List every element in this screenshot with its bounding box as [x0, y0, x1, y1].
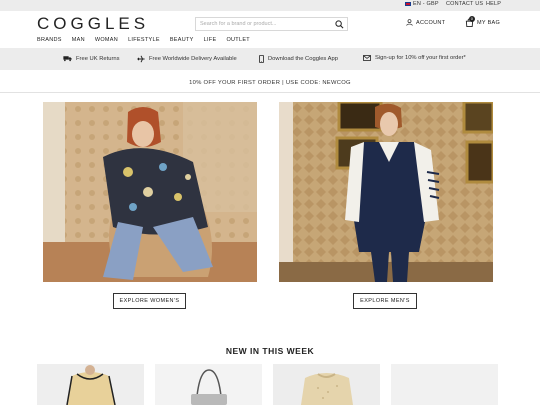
user-icon	[406, 19, 413, 26]
section-title-new-in: NEW IN THIS WEEK	[225, 346, 315, 356]
perk-free-returns[interactable]: Free UK Returns	[63, 55, 120, 62]
men-editorial-image	[279, 102, 493, 282]
nav-item-man[interactable]: MAN	[72, 37, 85, 43]
locale-selector[interactable]: EN - GBP	[405, 1, 439, 7]
women-editorial-image	[43, 102, 257, 282]
perk-worldwide-delivery[interactable]: Free Worldwide Delivery Available	[137, 55, 237, 63]
locale-label: EN - GBP	[413, 1, 439, 7]
uk-flag-icon	[405, 2, 411, 6]
utility-bar: EN - GBP CONTACT US HELP	[0, 0, 540, 11]
nav-item-woman[interactable]: WOMAN	[95, 37, 118, 43]
nav-item-beauty[interactable]: BEAUTY	[170, 37, 194, 43]
perk-label: Free UK Returns	[76, 55, 120, 62]
mail-icon	[363, 55, 371, 61]
product-card[interactable]	[273, 364, 380, 405]
bag-link[interactable]: 0 MY BAG	[465, 16, 501, 27]
perk-label: Download the Coggles App	[268, 56, 338, 62]
product-image-bag	[155, 364, 262, 405]
search-icon[interactable]	[335, 20, 344, 29]
perk-label: Sign-up for 10% off your first order*	[375, 55, 466, 61]
product-image-placeholder	[391, 364, 498, 405]
product-card[interactable]	[37, 364, 144, 405]
main-nav: BRANDS MAN WOMAN LIFESTYLE BEAUTY LIFE O…	[37, 37, 260, 43]
account-label: ACCOUNT	[416, 19, 446, 26]
product-card[interactable]	[155, 364, 262, 405]
perk-label: Free Worldwide Delivery Available	[149, 56, 237, 62]
nav-item-outlet[interactable]: OUTLET	[226, 37, 250, 43]
account-link[interactable]: ACCOUNT	[406, 19, 445, 26]
hero-image-women[interactable]	[43, 102, 257, 282]
product-image-cardigan	[37, 364, 144, 405]
truck-icon	[63, 56, 72, 62]
search-input[interactable]: Search for a brand or product...	[195, 17, 348, 31]
product-card[interactable]	[391, 364, 498, 405]
nav-item-lifestyle[interactable]: LIFESTYLE	[128, 37, 160, 43]
perk-newsletter-signup[interactable]: Sign-up for 10% off your first order*	[363, 55, 466, 61]
phone-icon	[259, 55, 264, 63]
nav-item-life[interactable]: LIFE	[204, 37, 217, 43]
help-link[interactable]: HELP	[486, 1, 501, 7]
bag-count-badge: 0	[469, 16, 475, 22]
promo-banner[interactable]: 10% OFF YOUR FIRST ORDER | USE CODE: NEW…	[0, 71, 540, 93]
explore-mens-button[interactable]: EXPLORE MEN'S	[353, 293, 417, 309]
product-image-knit-jumper	[273, 364, 380, 405]
search-placeholder: Search for a brand or product...	[200, 21, 277, 27]
site-header: COGGLES BRANDS MAN WOMAN LIFESTYLE BEAUT…	[0, 11, 540, 47]
promo-text: 10% OFF YOUR FIRST ORDER | USE CODE: NEW…	[189, 80, 351, 86]
perks-bar: Free UK Returns Free Worldwide Delivery …	[0, 48, 540, 70]
contact-us-link[interactable]: CONTACT US	[446, 1, 483, 7]
bag-label: MY BAG	[477, 19, 501, 26]
plane-icon	[137, 55, 145, 63]
hero-image-men[interactable]	[279, 102, 493, 282]
logo[interactable]: COGGLES	[37, 14, 149, 34]
perk-app-download[interactable]: Download the Coggles App	[259, 55, 338, 63]
nav-item-brands[interactable]: BRANDS	[37, 37, 62, 43]
explore-womens-button[interactable]: EXPLORE WOMEN'S	[113, 293, 186, 309]
